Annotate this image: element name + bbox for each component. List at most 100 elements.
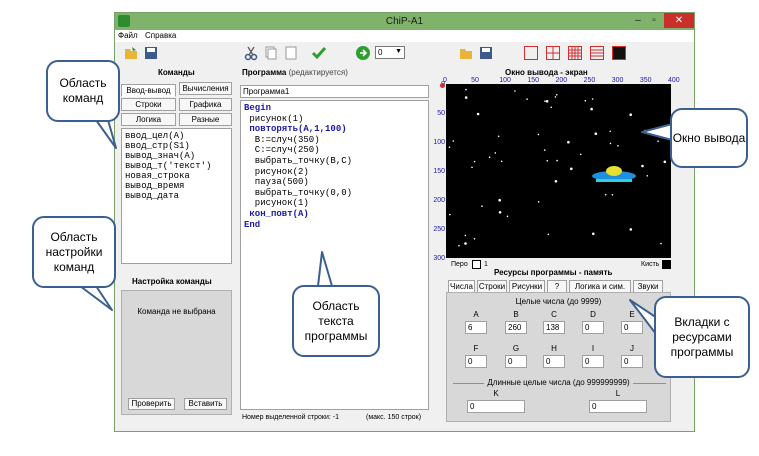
code-line[interactable]: повторять(A,1,100) (244, 124, 425, 135)
star (481, 205, 483, 207)
window-title: ChiP-A1 (385, 16, 424, 27)
program-text-area[interactable]: Begin рисунок(1) повторять(A,1,100) B:=с… (240, 100, 429, 410)
code-line[interactable]: Begin (244, 103, 425, 114)
callout-program-text: Область текста программы (292, 285, 380, 357)
var-field[interactable]: 0 (582, 321, 604, 334)
open-picture-icon[interactable] (458, 45, 474, 61)
stars-canvas (448, 88, 667, 247)
check-button[interactable]: Проверить (128, 398, 175, 410)
code-line[interactable]: пауза(500) (244, 177, 425, 188)
var-field[interactable]: 138 (543, 321, 565, 334)
grid-1-icon[interactable] (523, 45, 539, 61)
settings-status: Команда не выбрана (137, 307, 216, 316)
var-label: I (591, 344, 595, 353)
var-label: C (551, 310, 557, 319)
copy-icon[interactable] (263, 45, 279, 61)
tab-input-output[interactable]: Ввод-вывод (121, 84, 176, 97)
var-field[interactable]: 0 (467, 400, 525, 413)
open-icon[interactable] (123, 45, 139, 61)
code-line[interactable]: End (244, 220, 425, 231)
star (611, 194, 614, 196)
var-field[interactable]: 0 (505, 355, 527, 368)
save-icon[interactable] (143, 45, 159, 61)
maximize-icon[interactable]: ▫ (647, 15, 661, 27)
minimize-icon[interactable]: – (631, 15, 645, 27)
paste-icon[interactable] (283, 45, 299, 61)
code-line[interactable]: C:=случ(250) (244, 145, 425, 156)
speed-dropdown[interactable]: 0 ▼ (375, 46, 405, 59)
var-field[interactable]: 0 (543, 355, 565, 368)
output-title: Окно вывода - экран (505, 68, 588, 77)
close-icon[interactable]: ✕ (664, 13, 694, 28)
code-line[interactable]: выбрать_точку(0,0) (244, 188, 425, 199)
origin-marker (440, 83, 445, 88)
var-field[interactable]: 0 (589, 400, 647, 413)
callout-settings-area: Область настройки команд (32, 216, 116, 288)
var-field[interactable]: 0 (582, 355, 604, 368)
star (554, 96, 557, 98)
code-line[interactable]: кон_повт(A) (244, 209, 425, 220)
star (473, 238, 476, 240)
check-icon[interactable] (311, 45, 327, 61)
program-name-input[interactable]: Программа1 (240, 85, 429, 98)
callout-commands-area: Область команд (46, 60, 120, 122)
resources-area: Целые числа (до 9999) A 6 B 260 C 138 D 0 E 0 F 0 G… (446, 292, 671, 422)
star (537, 201, 540, 203)
var-field[interactable]: 260 (505, 321, 527, 334)
title-bar[interactable]: ChiP-A1 – ▫ ✕ (115, 13, 694, 30)
menu-file[interactable]: Файл (118, 31, 138, 40)
grid-rows-icon[interactable] (589, 45, 605, 61)
star (629, 113, 632, 116)
star (660, 242, 662, 245)
save-picture-icon[interactable] (478, 45, 494, 61)
var-field[interactable]: 6 (465, 321, 487, 334)
star (556, 159, 558, 162)
int-vars-row-1: A 6 B 260 C 138 D 0 E 0 (447, 310, 672, 340)
star (609, 130, 611, 133)
list-item[interactable]: ввод_стр(S1) (125, 141, 228, 151)
grid-16-icon[interactable] (567, 45, 583, 61)
code-line[interactable]: выбрать_точку(B,C) (244, 156, 425, 167)
tab-misc[interactable]: Разные (179, 113, 232, 126)
list-item[interactable]: вывод_дата (125, 191, 228, 201)
cut-icon[interactable] (243, 45, 259, 61)
output-screen[interactable] (446, 84, 671, 258)
tab-graphics[interactable]: Графика (179, 98, 232, 111)
star (514, 90, 516, 92)
var-field[interactable]: 0 (621, 355, 643, 368)
var-field[interactable]: 0 (465, 355, 487, 368)
star (646, 175, 649, 177)
code-line[interactable]: рисунок(1) (244, 114, 425, 125)
code-line[interactable]: рисунок(1) (244, 198, 425, 209)
star (465, 88, 467, 91)
var-field[interactable]: 0 (621, 321, 643, 334)
star (609, 142, 612, 145)
pointer-commands (95, 119, 117, 149)
var-label: F (473, 344, 479, 353)
tab-calculations[interactable]: Вычисления (179, 82, 232, 95)
code-line[interactable]: рисунок(2) (244, 167, 425, 178)
commands-list[interactable]: ввод_цел(A) ввод_стр(S1) вывод_знач(A) в… (121, 128, 232, 264)
pen-swatch[interactable] (472, 260, 481, 269)
fill-black-icon[interactable] (611, 45, 627, 61)
menu-help[interactable]: Справка (145, 31, 176, 40)
program-header: Программа (редактируется) (242, 68, 348, 77)
pen-value: 1 (484, 261, 488, 268)
star (550, 106, 552, 109)
code-line[interactable]: B:=случ(350) (244, 135, 425, 146)
star (629, 228, 633, 231)
run-icon[interactable] (355, 45, 371, 61)
tab-strings[interactable]: Строки (121, 98, 176, 111)
star (590, 107, 593, 111)
star (604, 193, 607, 196)
tab-logic[interactable]: Логика (121, 113, 176, 126)
list-item[interactable]: новая_строка (125, 171, 228, 181)
grid-4-icon[interactable] (545, 45, 561, 61)
list-item[interactable]: вывод_время (125, 181, 228, 191)
list-item[interactable]: вывод_знач(A) (125, 151, 228, 161)
list-item[interactable]: вывод_т('текст') (125, 161, 228, 171)
list-item[interactable]: ввод_цел(A) (125, 131, 228, 141)
y-tick-label: 200 (433, 197, 445, 204)
insert-button[interactable]: Вставить (184, 398, 227, 410)
brush-swatch[interactable] (662, 260, 671, 269)
